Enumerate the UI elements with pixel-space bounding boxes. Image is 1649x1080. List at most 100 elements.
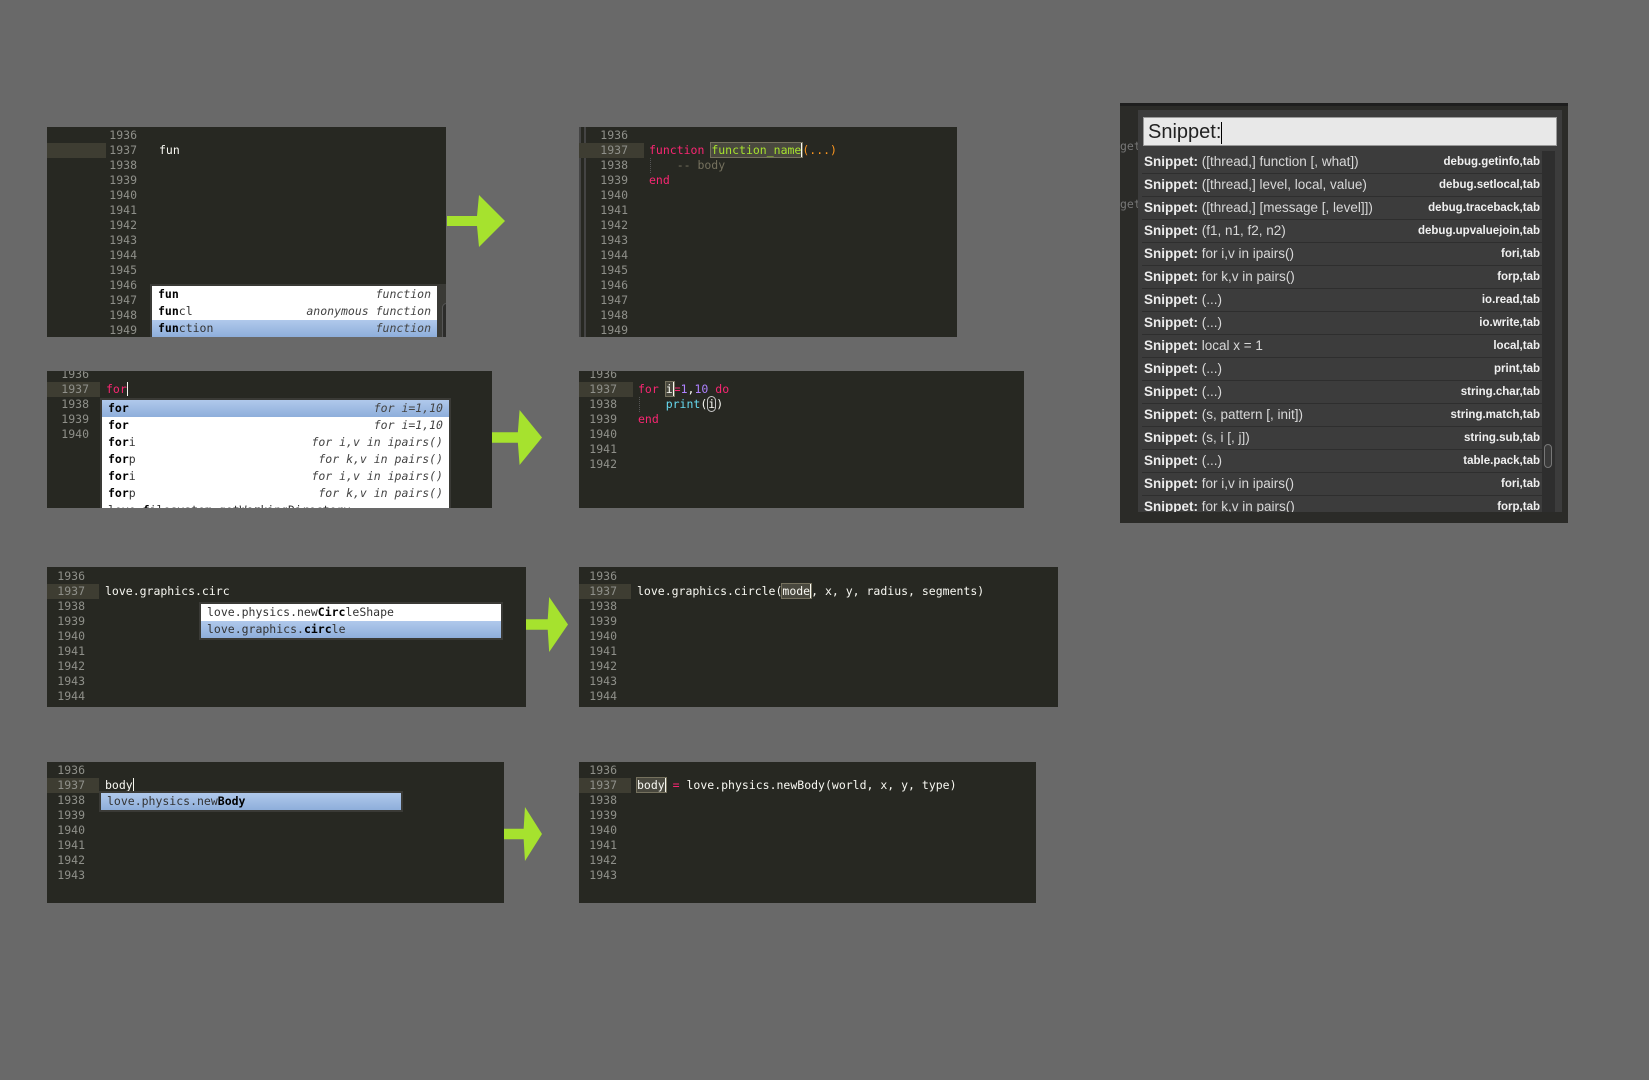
snippet-label: Snippet: bbox=[1144, 246, 1198, 261]
scrollbar-thumb[interactable] bbox=[1544, 444, 1552, 468]
line-number: 1947 bbox=[109, 293, 137, 307]
autocomplete-item[interactable]: love.physics.newCircleShape bbox=[201, 604, 501, 621]
snippet-description: Snippet: for i,v in ipairs() bbox=[1144, 473, 1294, 495]
code-token: 10 bbox=[694, 382, 709, 396]
label-part: Body bbox=[217, 794, 246, 808]
snippet-description: Snippet: (...) bbox=[1144, 381, 1222, 403]
label-part: for bbox=[108, 401, 129, 415]
snippet-row[interactable]: Snippet: (s, i [, j]) string.sub,tab bbox=[1142, 427, 1542, 450]
line-number: 1938 bbox=[589, 793, 617, 807]
indent-guide bbox=[650, 158, 651, 173]
code-line[interactable]: love.graphics.circ bbox=[105, 584, 230, 599]
scrollbar-thumb[interactable] bbox=[442, 303, 446, 337]
label-part: for bbox=[108, 452, 129, 466]
code-line[interactable]: print(i) bbox=[638, 396, 723, 412]
code-line[interactable]: body = love.physics.newBody(world, x, y,… bbox=[636, 777, 957, 793]
label-part: p bbox=[128, 486, 136, 500]
code-line[interactable]: -- body bbox=[649, 158, 725, 173]
code-line[interactable]: for i=1,10 do bbox=[638, 381, 729, 397]
line-number: 1940 bbox=[600, 188, 628, 202]
line-number: 1944 bbox=[589, 689, 617, 703]
code-line[interactable]: end bbox=[638, 412, 659, 427]
snippet-trigger: forp,tab bbox=[1497, 501, 1540, 512]
autocomplete-item[interactable]: forp for k,v in pairs() bbox=[102, 451, 449, 468]
code-token: 1 bbox=[680, 382, 688, 396]
item-label: love.graphics.circle bbox=[207, 621, 346, 638]
item-label: function bbox=[158, 320, 213, 337]
snippet-row[interactable]: Snippet: (...) print,tab bbox=[1142, 358, 1542, 381]
autocomplete-item[interactable]: function function bbox=[152, 320, 437, 337]
line-number: 1943 bbox=[589, 868, 617, 882]
code-line[interactable]: for bbox=[106, 382, 128, 397]
snippet-row[interactable]: Snippet: ([thread,] level, local, value)… bbox=[1142, 174, 1542, 197]
snippet-row[interactable]: Snippet: for i,v in ipairs() fori,tab bbox=[1142, 473, 1542, 496]
snippet-row[interactable]: Snippet: local x = 1 local,tab bbox=[1142, 335, 1542, 358]
line-number: 1943 bbox=[57, 868, 85, 882]
snippet-row[interactable]: Snippet: (s, pattern [, init]) string.mat… bbox=[1142, 404, 1542, 427]
snippet-row[interactable]: Snippet: (...) table.pack,tab bbox=[1142, 450, 1542, 473]
autocomplete-item[interactable]: love.graphics.circle bbox=[201, 621, 501, 638]
autocomplete-item[interactable]: love.physics.newBody bbox=[101, 793, 401, 810]
snippet-description: Snippet: (...) bbox=[1144, 289, 1222, 311]
autocomplete-item[interactable]: love.filesystem.getWorkingDirectory bbox=[102, 502, 449, 508]
line-number: 1944 bbox=[57, 689, 85, 703]
autocomplete-item[interactable]: fun function bbox=[152, 286, 437, 303]
editor-panel-d2: 1936 1937 body = love.physics.newBody(worl… bbox=[579, 762, 1036, 903]
arrow-shape bbox=[526, 597, 568, 652]
snippet-trigger: debug.upvaluejoin,tab bbox=[1417, 225, 1540, 237]
arrow-right-icon bbox=[447, 195, 505, 247]
line-number: 1936 bbox=[589, 569, 617, 583]
autocomplete-popup: love.physics.newBody bbox=[99, 791, 403, 812]
code-line[interactable]: love.graphics.circle(mode, x, y, radius,… bbox=[637, 583, 985, 599]
snippet-label: Snippet: bbox=[1144, 361, 1198, 376]
code-token: , x, y, radius, segments) bbox=[811, 584, 985, 598]
code-line[interactable]: function function_name(...) bbox=[649, 142, 837, 158]
label-part: love.physics.new bbox=[207, 605, 318, 619]
snippet-description: Snippet: (...) bbox=[1144, 358, 1222, 380]
autocomplete-item[interactable]: for for i=1,10 bbox=[102, 400, 449, 417]
snippet-row[interactable]: Snippet: for k,v in pairs() forp,tab bbox=[1142, 266, 1542, 289]
scrollbar[interactable] bbox=[1542, 151, 1555, 512]
code-token: body bbox=[105, 778, 134, 792]
line-number: 1947 bbox=[600, 293, 628, 307]
autocomplete-item[interactable]: fori for i,v in ipairs() bbox=[102, 468, 449, 485]
line-number: 1949 bbox=[109, 323, 137, 337]
autocomplete-item[interactable]: forp for k,v in pairs() bbox=[102, 485, 449, 502]
line-number: 1936 bbox=[57, 569, 85, 583]
snippet-row[interactable]: Snippet: for i,v in ipairs() fori,tab bbox=[1142, 243, 1542, 266]
label-part: circ bbox=[303, 622, 332, 636]
code-token: end bbox=[638, 412, 659, 426]
line-number: 1937 bbox=[57, 584, 85, 598]
line-number: 1941 bbox=[589, 644, 617, 658]
snippet-row[interactable]: Snippet: (...) io.write,tab bbox=[1142, 312, 1542, 335]
snippet-row[interactable]: Snippet: for k,v in pairs() forp,tab bbox=[1142, 496, 1542, 512]
autocomplete-item[interactable]: for for i=1,10 bbox=[102, 417, 449, 434]
code-token: i bbox=[664, 381, 675, 397]
code-token: = bbox=[672, 778, 680, 792]
snippet-row[interactable]: Snippet: (f1, n1, f2, n2) debug.upvaluejo… bbox=[1142, 220, 1542, 243]
code-token: mode bbox=[781, 583, 813, 599]
snippet-text: for k,v in pairs() bbox=[1198, 269, 1295, 284]
snippet-label: Snippet: bbox=[1144, 223, 1198, 238]
item-hint: anonymous function bbox=[306, 304, 431, 318]
line-number: 1946 bbox=[600, 278, 628, 292]
line-number: 1937 bbox=[589, 382, 617, 396]
snippet-trigger: forp,tab bbox=[1497, 271, 1540, 283]
snippet-text: ([thread,] [message [, level]]) bbox=[1198, 200, 1373, 215]
snippet-description: Snippet: (s, i [, j]) bbox=[1144, 427, 1250, 449]
snippet-row[interactable]: Snippet: ([thread,] function [, what]) de… bbox=[1142, 151, 1542, 174]
snippet-row[interactable]: Snippet: (...) io.read,tab bbox=[1142, 289, 1542, 312]
code-line[interactable]: fun bbox=[159, 143, 180, 158]
arrow-shape bbox=[447, 195, 505, 247]
line-number: 1943 bbox=[57, 674, 85, 688]
snippet-text: (...) bbox=[1198, 453, 1222, 468]
snippet-row[interactable]: Snippet: (...) string.char,tab bbox=[1142, 381, 1542, 404]
line-number: 1940 bbox=[57, 629, 85, 643]
snippet-search-input[interactable]: Snippet: bbox=[1143, 117, 1557, 146]
autocomplete-item[interactable]: fori for i,v in ipairs() bbox=[102, 434, 449, 451]
autocomplete-item[interactable]: funcl anonymous function bbox=[152, 303, 437, 320]
item-label: love.filesystem.getWorkingDirectory bbox=[108, 502, 350, 508]
snippet-row[interactable]: Snippet: ([thread,] [message [, level]])… bbox=[1142, 197, 1542, 220]
code-line[interactable]: end bbox=[649, 173, 670, 188]
snippet-text: ([thread,] function [, what]) bbox=[1198, 154, 1359, 169]
